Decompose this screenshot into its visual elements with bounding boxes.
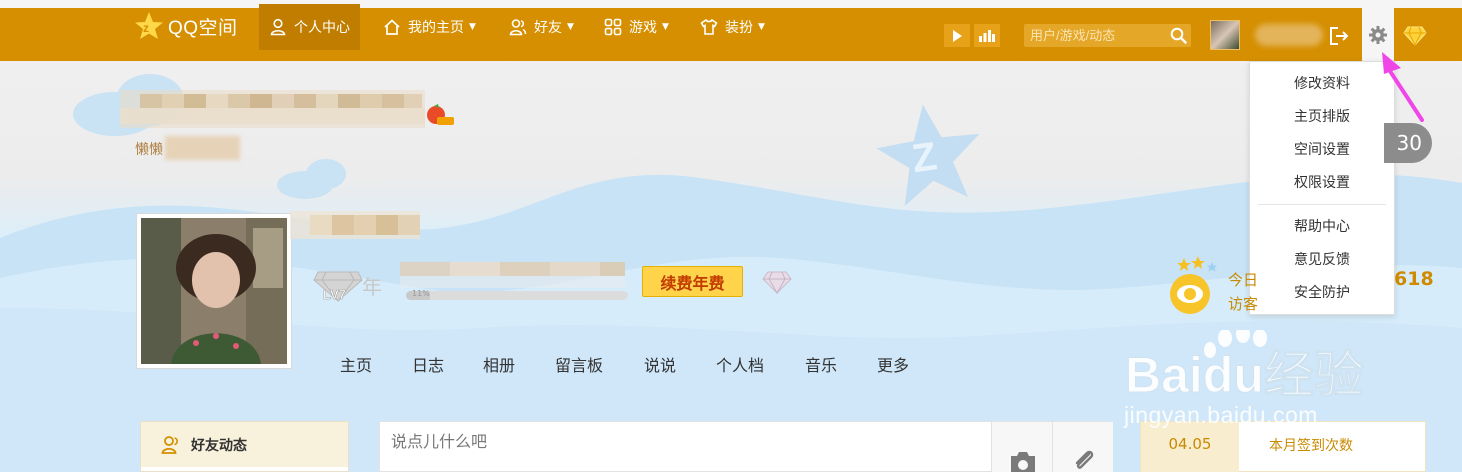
nav-friends[interactable]: 好友 ▼	[499, 4, 584, 50]
nav-label: 好友	[534, 20, 562, 36]
vip-info-redacted	[400, 262, 625, 288]
nav-personal-center[interactable]: 个人中心	[259, 4, 360, 50]
logo-text: QQ空间	[168, 17, 238, 39]
music-player-controls	[944, 24, 1004, 47]
play-button[interactable]	[944, 24, 970, 47]
menu-item-space-settings[interactable]: 空间设置	[1250, 138, 1394, 162]
menu-item-security[interactable]: 安全防护	[1250, 281, 1394, 305]
menu-item-edit-profile[interactable]: 修改资料	[1250, 72, 1394, 96]
post-input-placeholder: 说点儿什么吧	[391, 432, 488, 451]
friend-feed-label: 好友动态	[191, 437, 247, 454]
nav-my-homepage[interactable]: 我的主页 ▼	[373, 4, 486, 50]
nav-games[interactable]: 游戏 ▼	[594, 4, 679, 50]
friend-feed-tab[interactable]: 好友动态	[141, 422, 348, 467]
user-icon	[270, 18, 286, 36]
profile-avatar[interactable]	[136, 213, 292, 369]
friends-icon	[509, 19, 527, 36]
nav-label: 装扮	[725, 20, 753, 36]
fruit-badge-icon	[427, 104, 454, 125]
chevron-down-icon: ▼	[567, 22, 574, 32]
attachment-button[interactable]	[1052, 422, 1113, 472]
svg-text:LV7: LV7	[323, 287, 346, 302]
svg-text:z: z	[143, 21, 149, 35]
qzone-logo[interactable]: z QQ空间	[134, 10, 238, 42]
apps-grid-icon	[604, 18, 622, 36]
camera-icon	[1011, 452, 1035, 472]
mood-redacted	[165, 136, 240, 160]
search-box	[1024, 24, 1191, 47]
nickname-redacted	[120, 90, 425, 128]
photo-upload-button[interactable]	[991, 422, 1052, 472]
vip-diamond-icon[interactable]	[762, 270, 792, 294]
menu-item-permission-settings[interactable]: 权限设置	[1250, 171, 1394, 195]
renew-vip-button[interactable]: 续费年费	[642, 266, 743, 297]
watermark-url: jingyan.baidu.com	[1124, 402, 1318, 428]
avatar-image	[141, 218, 287, 364]
menu-item-feedback[interactable]: 意见反馈	[1250, 248, 1394, 272]
username-redacted[interactable]	[1255, 24, 1323, 46]
home-icon	[384, 19, 400, 35]
post-composer[interactable]: 说点儿什么吧	[379, 421, 1113, 472]
today-visitors-label: 今日	[1228, 271, 1259, 289]
chevron-down-icon: ▼	[758, 22, 765, 32]
nav-label: 游戏	[629, 20, 657, 36]
svg-text:Baidu经验: Baidu经验	[1125, 347, 1364, 403]
tab-profile[interactable]: 个人档	[716, 352, 764, 376]
mood-text: 懒懒	[135, 142, 163, 158]
tab-more[interactable]: 更多	[877, 352, 909, 376]
tab-blog[interactable]: 日志	[412, 352, 444, 376]
paperclip-icon	[1075, 450, 1094, 469]
chevron-down-icon: ▼	[469, 22, 476, 32]
qzone-star-icon: z	[135, 12, 163, 39]
visitor-count[interactable]: 618	[1394, 268, 1434, 290]
equalizer-icon	[979, 30, 995, 42]
tab-album[interactable]: 相册	[483, 352, 515, 376]
friend-feed-panel: 好友动态	[140, 421, 349, 472]
level-badge-icon: LV7	[313, 271, 363, 302]
settings-dropdown-menu: 修改资料 主页排版 空间设置 权限设置 帮助中心 意见反馈 安全防护	[1249, 61, 1395, 315]
level-progress-bar	[406, 291, 628, 300]
nav-label: 个人中心	[294, 20, 350, 36]
tab-music[interactable]: 音乐	[805, 352, 837, 376]
play-icon	[953, 29, 962, 42]
tshirt-icon	[700, 18, 718, 35]
tab-message-board[interactable]: 留言板	[555, 352, 603, 376]
gear-icon	[1369, 25, 1387, 44]
user-avatar[interactable]	[1210, 20, 1240, 50]
nav-label: 我的主页	[408, 20, 464, 36]
total-visitors-label: 访客	[1228, 295, 1259, 313]
annual-label: 年	[362, 275, 382, 299]
friends-icon	[161, 435, 178, 454]
annotation-arrow-icon	[1382, 52, 1424, 122]
tab-home[interactable]: 主页	[340, 352, 372, 376]
level-progress-label: 11%	[412, 289, 430, 298]
menu-divider	[1258, 204, 1386, 205]
menu-item-homepage-layout[interactable]: 主页排版	[1250, 105, 1394, 129]
yellow-diamond-icon[interactable]	[1403, 25, 1427, 47]
chevron-down-icon: ▼	[662, 22, 669, 32]
playlist-button[interactable]	[974, 24, 1000, 47]
notification-count-badge[interactable]: 30	[1384, 123, 1432, 163]
search-icon[interactable]	[1170, 27, 1187, 44]
tab-shuoshuo[interactable]: 说说	[644, 352, 676, 376]
search-input[interactable]	[1024, 24, 1164, 47]
display-name-redacted	[290, 211, 420, 239]
menu-item-help-center[interactable]: 帮助中心	[1250, 215, 1394, 239]
logout-icon[interactable]	[1328, 25, 1350, 47]
nav-decorate[interactable]: 装扮 ▼	[690, 4, 775, 50]
